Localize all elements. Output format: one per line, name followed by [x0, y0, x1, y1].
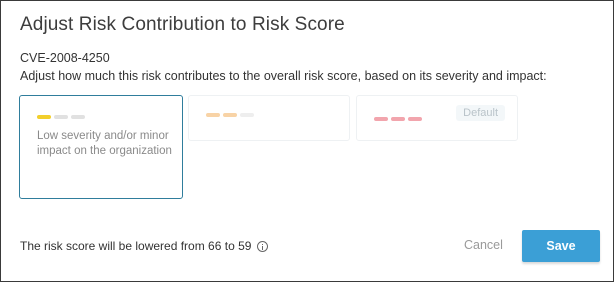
severity-bar — [374, 117, 388, 121]
severity-bar — [223, 113, 237, 117]
severity-bar — [408, 117, 422, 121]
risk-contribution-dialog: Adjust Risk Contribution to Risk Score C… — [0, 0, 614, 282]
default-badge: Default — [456, 105, 505, 121]
option-card-low[interactable]: Low severity and/or minor impact on the … — [19, 95, 183, 199]
severity-bar — [240, 113, 254, 117]
risk-score-text: The risk score will be lowered from 66 t… — [20, 239, 252, 253]
severity-bar — [391, 117, 405, 121]
severity-bar — [37, 115, 51, 119]
option-card-medium[interactable] — [188, 95, 350, 141]
option-description: Low severity and/or minor impact on the … — [37, 130, 172, 157]
severity-bar — [54, 115, 68, 119]
cancel-button[interactable]: Cancel — [464, 238, 503, 252]
cve-id: CVE-2008-4250 — [20, 51, 110, 65]
risk-score-change: The risk score will be lowered from 66 t… — [20, 239, 269, 253]
severity-bars — [206, 113, 254, 117]
severity-bars — [374, 117, 422, 121]
option-card-high[interactable]: Default — [356, 95, 518, 141]
save-button[interactable]: Save — [522, 230, 600, 262]
severity-bar — [206, 113, 220, 117]
dialog-description: Adjust how much this risk contributes to… — [20, 69, 547, 83]
severity-bar — [71, 115, 85, 119]
dialog-title: Adjust Risk Contribution to Risk Score — [20, 14, 345, 35]
info-icon[interactable] — [257, 240, 269, 252]
severity-bars — [37, 115, 85, 119]
